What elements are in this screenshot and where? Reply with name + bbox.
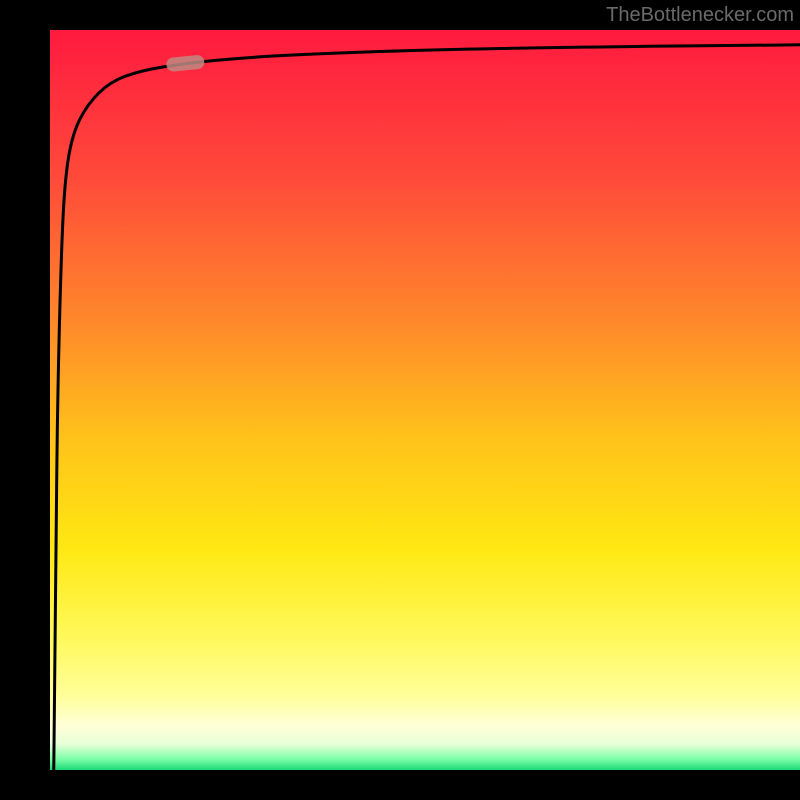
chart-canvas: TheBottlenecker.com (0, 0, 800, 800)
bottleneck-curve (54, 45, 800, 770)
plot-area (50, 30, 800, 770)
watermark-label: TheBottlenecker.com (606, 4, 794, 27)
curve-layer (50, 30, 800, 770)
curve-marker (166, 54, 205, 72)
